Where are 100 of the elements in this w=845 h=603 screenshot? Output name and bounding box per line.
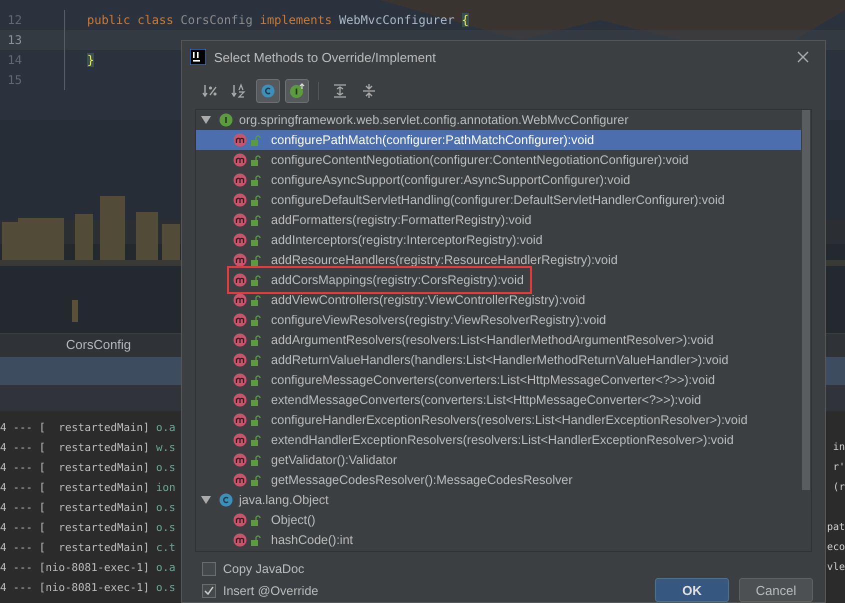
log-text: eco: [826, 542, 845, 552]
method-row[interactable]: extendHandlerExceptionResolvers(resolvers:List<HandlerExceptionResolver>):void: [196, 430, 801, 450]
unlocked-padlock-icon: [251, 474, 261, 486]
logger-name: w.s: [156, 440, 176, 454]
method-row[interactable]: configureAsyncSupport(configurer:AsyncSupportConfigurer):void: [196, 170, 801, 190]
class-filter-button[interactable]: [256, 79, 280, 103]
unlocked-padlock-icon: [251, 234, 261, 246]
log-text: in: [832, 442, 845, 452]
unlocked-padlock-icon: [251, 154, 261, 166]
method-row[interactable]: addInterceptors(registry:InterceptorRegistry):void: [196, 230, 801, 250]
unlocked-padlock-icon: [251, 214, 261, 226]
log-text: 4 --- [nio-8081-exec-1]: [0, 560, 150, 574]
method-icon: [233, 373, 247, 387]
method-icon: [233, 453, 247, 467]
checkbox[interactable]: [202, 584, 216, 598]
log-text: 4 --- [ restartedMain]: [0, 540, 150, 554]
log-text: 4 --- [ restartedMain]: [0, 520, 150, 534]
unlocked-padlock-icon: [251, 534, 261, 546]
log-text: r': [832, 462, 845, 472]
method-icon: [233, 273, 247, 287]
method-icon: [233, 433, 247, 447]
log-text: 4 --- [ restartedMain]: [0, 480, 150, 494]
logger-name: c.t: [156, 540, 176, 554]
checkbox[interactable]: [202, 562, 216, 576]
dialog-title: Select Methods to Override/Implement: [214, 50, 437, 64]
log-text: 4 --- [ restartedMain]: [0, 420, 150, 434]
method-row[interactable]: addReturnValueHandlers(handlers:List<HandlerMethodReturnValueHandler>):void: [196, 350, 801, 370]
method-row[interactable]: configurePathMatch(configurer:PathMatchConfigurer):void: [196, 130, 801, 150]
expand-arrow-icon[interactable]: [201, 495, 211, 505]
method-row[interactable]: addArgumentResolvers(resolvers:List<HandlerMethodArgumentResolver>):void: [196, 330, 801, 350]
close-icon[interactable]: [797, 51, 809, 63]
class-icon: [260, 83, 276, 99]
method-icon: [233, 173, 247, 187]
checkbox-label: Insert @Override: [223, 584, 318, 598]
method-row[interactable]: configureContentNegotiation(configurer:ContentNegotiationConfigurer):void: [196, 150, 801, 170]
unlocked-padlock-icon: [251, 174, 261, 186]
method-icon: [233, 293, 247, 307]
method-row[interactable]: addCorsMappings(registry:CorsRegistry):void: [196, 270, 801, 290]
logger-name: ion: [156, 480, 176, 494]
method-row[interactable]: getValidator():Validator: [196, 450, 801, 470]
line-number: 13: [6, 33, 23, 47]
method-row[interactable]: configureDefaultServletHandling(configurer:DefaultServletHandlerConfigurer):void: [196, 190, 801, 210]
log-text: 4 --- [ restartedMain]: [0, 460, 150, 474]
method-icon: [233, 413, 247, 427]
unlocked-padlock-icon: [251, 274, 261, 286]
sort-icon: [202, 83, 218, 99]
method-row[interactable]: addViewControllers(registry:ViewControllerRegistry):void: [196, 290, 801, 310]
logger-name: o.s: [156, 580, 176, 594]
expand-all-icon: [332, 83, 348, 99]
app-icon: [190, 49, 206, 65]
logger-name: o.a: [156, 560, 176, 574]
log-text: vle: [826, 562, 845, 572]
sort-icon: [231, 83, 247, 99]
logger-name: o.s: [156, 500, 176, 514]
class-icon: [219, 493, 233, 507]
logger-name: o.s: [156, 520, 176, 534]
logger-name: o.a: [156, 420, 176, 434]
cancel-button[interactable]: Cancel: [739, 578, 813, 602]
method-row[interactable]: addFormatters(registry:FormatterRegistry):void: [196, 210, 801, 230]
method-icon: [233, 473, 247, 487]
tree-group-row[interactable]: org.springframework.web.servlet.config.annotation.WebMvcConfigurer: [196, 110, 801, 130]
method-row[interactable]: configureViewResolvers(registry:ViewResolverRegistry):void: [196, 310, 801, 330]
unlocked-padlock-icon: [251, 254, 261, 266]
method-icon: [233, 153, 247, 167]
ok-button[interactable]: OK: [655, 578, 729, 602]
code-token: CorsConfig: [180, 13, 253, 27]
code-token: public: [87, 13, 130, 27]
method-icon: [233, 533, 247, 547]
method-icon: [233, 253, 247, 267]
method-icon: [233, 213, 247, 227]
scrollbar-thumb[interactable]: [802, 110, 810, 490]
interface-icon: [219, 113, 233, 127]
interface-filter-button[interactable]: [285, 79, 309, 103]
brace: }: [87, 53, 94, 67]
method-row[interactable]: Object(): [196, 510, 801, 530]
method-row[interactable]: configureMessageConverters(converters:List<HttpMessageConverter<?>>):void: [196, 370, 801, 390]
unlocked-padlock-icon: [251, 454, 261, 466]
code-token: class: [137, 13, 174, 27]
method-row[interactable]: addResourceHandlers(registry:ResourceHandlerRegistry):void: [196, 250, 801, 270]
unlocked-padlock-icon: [251, 134, 261, 146]
log-text: (r: [832, 482, 845, 492]
method-row[interactable]: configureHandlerExceptionResolvers(resolvers:List<HandlerExceptionResolver>):void: [196, 410, 801, 430]
unlocked-padlock-icon: [251, 434, 261, 446]
expand-arrow-icon[interactable]: [201, 115, 211, 125]
method-icon: [233, 233, 247, 247]
unlocked-padlock-icon: [251, 334, 261, 346]
method-row[interactable]: extendMessageConverters(converters:List<HttpMessageConverter<?>>):void: [196, 390, 801, 410]
unlocked-padlock-icon: [251, 194, 261, 206]
log-text: pat: [826, 522, 845, 532]
log-text: 4 --- [ restartedMain]: [0, 500, 150, 514]
unlocked-padlock-icon: [251, 354, 261, 366]
log-text: 4 --- [nio-8081-exec-1]: [0, 580, 150, 594]
editor-tab[interactable]: CorsConfig: [58, 334, 140, 357]
method-icon: [233, 133, 247, 147]
method-row[interactable]: getMessageCodesResolver():MessageCodesResolver: [196, 470, 801, 490]
method-icon: [233, 393, 247, 407]
method-icon: [233, 313, 247, 327]
unlocked-padlock-icon: [251, 514, 261, 526]
method-row[interactable]: hashCode():int: [196, 530, 801, 550]
tree-group-row[interactable]: java.lang.Object: [196, 490, 801, 510]
